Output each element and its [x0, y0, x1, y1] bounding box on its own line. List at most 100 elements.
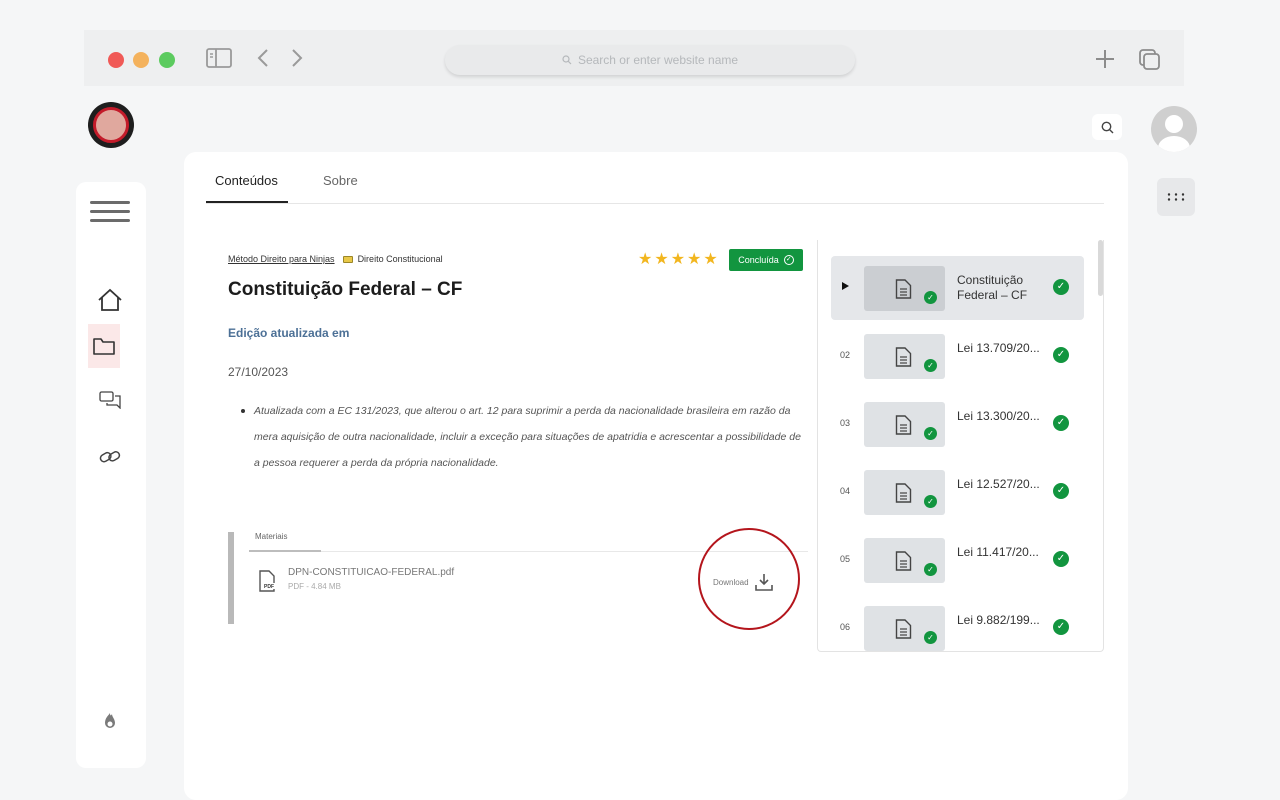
document-icon [895, 483, 912, 503]
tab-overview-icon[interactable] [1138, 48, 1162, 75]
lesson-title: Lei 12.527/20... [957, 477, 1040, 491]
play-icon [842, 282, 849, 290]
list-item[interactable]: ✓ Constituição Federal – CF ✓ [831, 256, 1084, 320]
list-item[interactable]: 05 ✓ Lei 11.417/20... ✓ [831, 528, 1084, 592]
grid-dots-icon [1167, 193, 1185, 201]
lesson-number: 04 [840, 486, 851, 496]
folder-nav-item[interactable] [88, 324, 120, 368]
pdf-file-icon: PDF [258, 570, 276, 597]
forward-icon[interactable] [290, 48, 304, 73]
completed-badge-label: Concluída [738, 255, 779, 265]
highlight-circle [698, 528, 800, 630]
edition-label: Edição atualizada em [228, 326, 350, 340]
search-icon [1101, 121, 1113, 133]
list-item[interactable]: 04 ✓ Lei 12.527/20... ✓ [831, 460, 1084, 524]
apps-button[interactable] [1157, 178, 1195, 216]
update-note: Atualizada com a EC 131/2023, que altero… [254, 405, 801, 469]
address-placeholder: Search or enter website name [577, 53, 739, 67]
new-tab-icon[interactable] [1094, 48, 1116, 75]
minimize-window-button[interactable] [133, 52, 149, 68]
lesson-number: 05 [840, 554, 851, 564]
file-name[interactable]: DPN-CONSTITUICAO-FEDERAL.pdf [288, 567, 454, 578]
lesson-number: 06 [840, 622, 851, 632]
tab-bar: Conteúdos Sobre [206, 152, 1104, 204]
tab-sobre[interactable]: Sobre [323, 173, 358, 188]
lesson-number: 03 [840, 418, 851, 428]
check-circle-icon: ✓ [1053, 347, 1069, 363]
folder-icon [342, 255, 353, 263]
star-icon[interactable]: ★ [703, 252, 717, 268]
star-icon[interactable]: ★ [638, 252, 652, 268]
lesson-list: ✓ Constituição Federal – CF ✓ 02 ✓ Lei 1… [817, 240, 1104, 652]
check-circle-icon: ✓ [783, 255, 794, 265]
close-window-button[interactable] [108, 52, 124, 68]
file-meta: PDF - 4.84 MB [288, 582, 341, 591]
browser-toolbar: Search or enter website name [84, 30, 1184, 86]
lesson-thumbnail: ✓ [864, 334, 945, 379]
materials-tab[interactable]: Materiais [255, 532, 287, 541]
document-icon [895, 347, 912, 367]
fire-icon[interactable] [88, 699, 132, 743]
menu-icon[interactable] [88, 190, 132, 234]
chat-icon[interactable] [88, 378, 132, 422]
lesson-thumbnail: ✓ [864, 606, 945, 651]
list-item[interactable]: 03 ✓ Lei 13.300/20... ✓ [831, 392, 1084, 456]
check-icon: ✓ [924, 359, 937, 372]
document-icon [895, 415, 912, 435]
search-button[interactable] [1092, 114, 1122, 140]
page-title: Constituição Federal – CF [228, 279, 463, 300]
list-item[interactable]: 02 ✓ Lei 13.709/20... ✓ [831, 324, 1084, 388]
lesson-thumbnail: ✓ [864, 402, 945, 447]
ninja-logo-emblem [93, 107, 129, 143]
check-circle-icon: ✓ [1053, 551, 1069, 567]
active-tab-indicator [206, 201, 288, 203]
check-icon: ✓ [924, 291, 937, 304]
home-icon[interactable] [88, 278, 132, 322]
materials-tab-indicator [249, 550, 321, 552]
check-circle-icon: ✓ [1053, 619, 1069, 635]
maximize-window-button[interactable] [159, 52, 175, 68]
site-logo[interactable] [88, 102, 134, 148]
rating-stars[interactable]: ★ ★ ★ ★ ★ [638, 252, 718, 268]
breadcrumb-module: Direito Constitucional [357, 254, 443, 264]
lesson-title: Lei 13.709/20... [957, 341, 1040, 355]
star-icon[interactable]: ★ [671, 252, 685, 268]
sidebar-toggle-icon[interactable] [206, 48, 232, 73]
search-icon [562, 55, 572, 65]
breadcrumb: Método Direito para Ninjas Direito Const… [228, 254, 443, 264]
user-icon [1158, 115, 1190, 152]
check-icon: ✓ [924, 631, 937, 644]
lesson-number: 02 [840, 350, 851, 360]
check-circle-icon: ✓ [1053, 415, 1069, 431]
breadcrumb-course-link[interactable]: Método Direito para Ninjas [228, 254, 335, 264]
scrollbar[interactable] [1098, 240, 1103, 296]
lesson-thumbnail: ✓ [864, 538, 945, 583]
lesson-thumbnail: ✓ [864, 470, 945, 515]
address-bar[interactable]: Search or enter website name [445, 45, 855, 75]
back-icon[interactable] [256, 48, 270, 73]
link-icon[interactable] [88, 435, 132, 479]
list-item[interactable]: 06 ✓ Lei 9.882/199... ✓ [831, 596, 1084, 651]
check-icon: ✓ [924, 563, 937, 576]
lesson-title: Lei 9.882/199... [957, 613, 1040, 627]
user-avatar[interactable] [1151, 106, 1197, 152]
bullet-icon [241, 409, 245, 413]
document-icon [895, 279, 912, 299]
check-icon: ✓ [924, 495, 937, 508]
left-navigation [76, 182, 146, 768]
lesson-title: Lei 11.417/20... [957, 545, 1039, 559]
lesson-thumbnail: ✓ [864, 266, 945, 311]
svg-text:PDF: PDF [264, 584, 274, 590]
content-card: Conteúdos Sobre Método Direito para Ninj… [184, 152, 1128, 800]
check-icon: ✓ [924, 427, 937, 440]
folder-icon [93, 338, 115, 355]
star-icon[interactable]: ★ [654, 252, 668, 268]
check-circle-icon: ✓ [1053, 483, 1069, 499]
lesson-title: Lei 13.300/20... [957, 409, 1040, 423]
tab-conteudos[interactable]: Conteúdos [215, 173, 278, 188]
edition-date: 27/10/2023 [228, 365, 289, 379]
star-icon[interactable]: ★ [687, 252, 701, 268]
lesson-title: Constituição Federal – CF [957, 273, 1028, 302]
check-circle-icon: ✓ [1053, 279, 1069, 295]
completed-badge[interactable]: Concluída ✓ [729, 249, 803, 271]
